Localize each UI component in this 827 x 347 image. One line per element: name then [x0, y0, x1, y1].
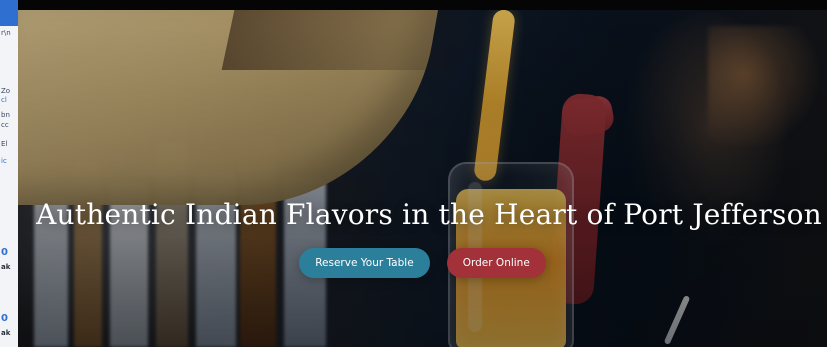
background-window-text-fragment: r\n	[1, 29, 11, 37]
reserve-your-table-button[interactable]: Reserve Your Table	[299, 248, 430, 278]
hero-section: Authentic Indian Flavors in the Heart of…	[18, 10, 827, 347]
background-window-text-fragment: ak	[1, 263, 11, 271]
order-online-button[interactable]: Order Online	[446, 248, 546, 278]
browser-window: r\n Zo cl bn cc El ic 0 ak 0 ak Authenti…	[0, 0, 827, 347]
background-window-blue-tab	[0, 0, 18, 26]
background-window-text-fragment: El	[1, 140, 8, 148]
background-window-number-fragment: 0	[1, 313, 8, 324]
background-window-link-fragment: ic	[1, 157, 7, 165]
hero-headline: Authentic Indian Flavors in the Heart of…	[36, 198, 822, 231]
background-window-text-fragment: bn	[1, 111, 10, 119]
background-window-text-fragment: Zo	[1, 87, 11, 95]
hero-cta-row: Reserve Your Table Order Online	[18, 248, 827, 278]
background-window-number-fragment: 0	[1, 247, 8, 258]
background-window-text-fragment: cc	[1, 121, 9, 129]
hero-top-strip	[18, 0, 827, 10]
background-window-link-fragment: cl	[1, 96, 7, 104]
background-window-sliver: r\n Zo cl bn cc El ic 0 ak 0 ak	[0, 0, 19, 347]
hero-content: Authentic Indian Flavors in the Heart of…	[18, 10, 827, 347]
background-window-text-fragment: ak	[1, 329, 11, 337]
